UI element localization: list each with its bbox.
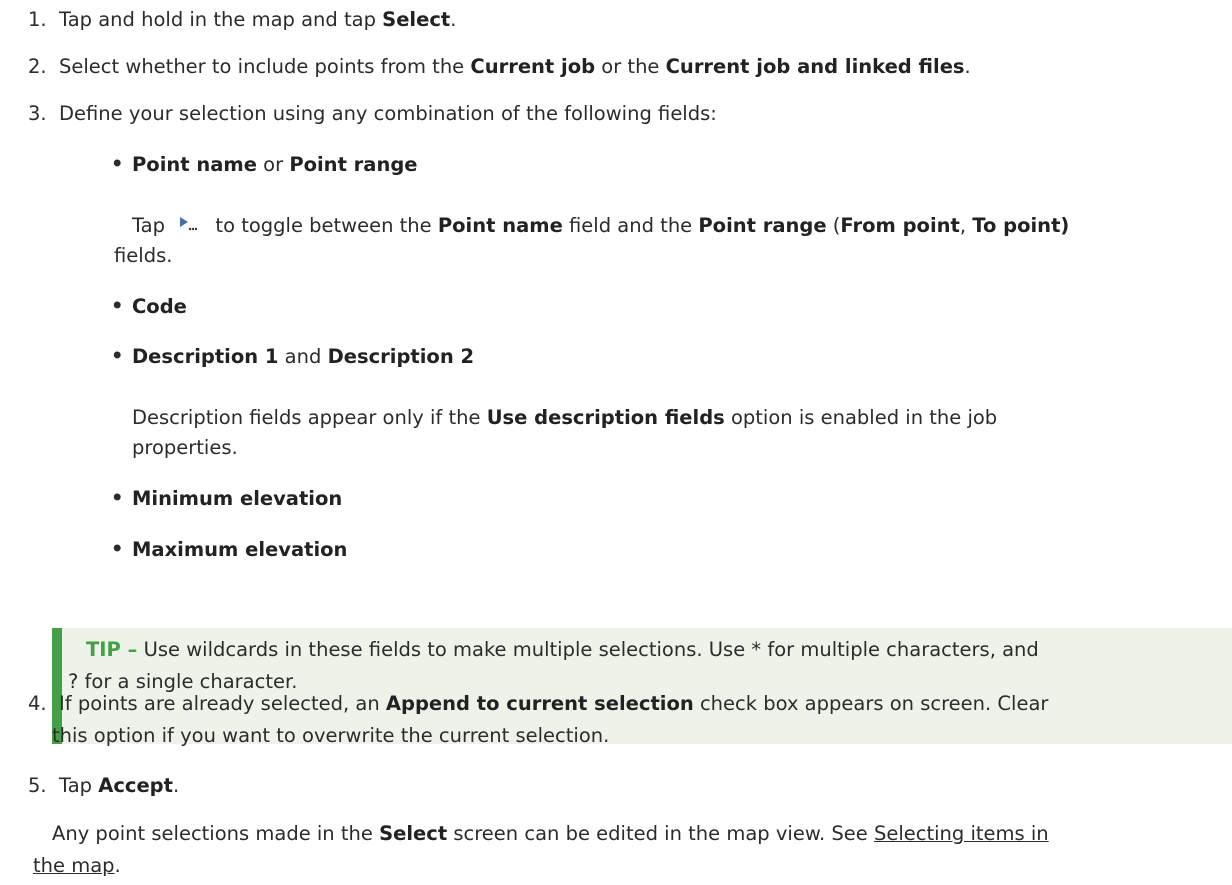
step-5: 5. Tap Accept. [28, 772, 179, 800]
bullet-icon: • [111, 486, 124, 509]
bullet-icon: • [111, 344, 124, 367]
step-text: Define your selection using any combinat… [59, 102, 717, 125]
step-4: 4. If points are already selected, an Ap… [28, 690, 1048, 718]
bold-term: Point range [289, 153, 418, 176]
punct: . [964, 55, 971, 78]
step-text: Tap and hold in the map and tap [59, 8, 383, 31]
bold-term: Accept [98, 774, 173, 797]
field-max-elevation: Maximum elevation [132, 536, 347, 564]
field-code: Code [132, 293, 187, 321]
tip-text: Use wildcards in these fields to make mu… [137, 638, 1039, 661]
step-number: 5. [28, 774, 47, 797]
tip-label: TIP – [86, 638, 138, 661]
final-line-1: Any point selections made in the Select … [52, 820, 1049, 848]
tip-line-1: TIP – Use wildcards in these fields to m… [86, 636, 1039, 664]
bold-term: Point name [132, 153, 257, 176]
note-text: Description fields appear only if the [132, 406, 487, 429]
bold-term: Append to current selection [385, 692, 694, 715]
selecting-items-link[interactable]: the map [33, 854, 115, 877]
bold-term: Description 2 [327, 345, 475, 368]
bold-term: Point range [698, 214, 827, 237]
note-text: fields. [114, 244, 173, 267]
step-number: 2. [28, 55, 47, 78]
step-text: Select whether to include points from th… [59, 55, 471, 78]
field-point-name: Point name or Point range [132, 151, 418, 179]
note-text: field and the [562, 214, 699, 237]
field-point-name-note-line2: fields. [114, 242, 172, 270]
step-4-line2: this option if you want to overwrite the… [52, 722, 609, 750]
step-1: 1. Tap and hold in the map and tap Selec… [28, 6, 456, 34]
step-text: this option if you want to overwrite the… [52, 724, 610, 747]
field-description-note-line2: properties. [132, 434, 238, 462]
bold-term: To point) [972, 214, 1070, 237]
punct: . [450, 8, 457, 31]
bullet-icon: • [111, 152, 124, 175]
note-text: option is enabled in the job [724, 406, 998, 429]
bullet-icon: • [111, 537, 124, 560]
final-text: screen can be edited in the map view. Se… [447, 822, 874, 845]
bold-term: Select [382, 8, 451, 31]
punct: . [114, 854, 121, 877]
bold-term: Use description fields [486, 406, 725, 429]
bold-term: Minimum elevation [132, 487, 343, 510]
bold-term: Maximum elevation [132, 538, 348, 561]
bold-term: Code [132, 295, 187, 318]
step-2: 2. Select whether to include points from… [28, 53, 971, 81]
final-text: Any point selections made in the [52, 822, 380, 845]
step-text: If points are already selected, an [59, 692, 386, 715]
step-number: 1. [28, 8, 47, 31]
bold-term: Current job and linked files [665, 55, 965, 78]
punct: . [172, 774, 180, 797]
step-number: 4. [28, 692, 47, 715]
bold-term: Point name [437, 214, 563, 237]
step-text: check box appears on screen. Clear [693, 692, 1049, 715]
bold-term: Description 1 [132, 345, 279, 368]
bold-term: Current job [470, 55, 596, 78]
field-text: and [278, 345, 328, 368]
note-text: to toggle between the [209, 214, 438, 237]
field-description-note: Description fields appear only if the Us… [132, 404, 997, 432]
field-text: or [256, 153, 290, 176]
step-text: or the [595, 55, 666, 78]
field-description: Description 1 and Description 2 [132, 343, 474, 371]
step-3: 3. Define your selection using any combi… [28, 100, 717, 128]
step-number: 3. [28, 102, 47, 125]
note-text: Tap [132, 214, 166, 237]
note-text: properties. [132, 436, 238, 459]
note-text: ( [826, 214, 841, 237]
bullet-icon: • [111, 294, 124, 317]
field-min-elevation: Minimum elevation [132, 485, 342, 513]
selecting-items-link[interactable]: Selecting items in [874, 822, 1049, 845]
play-toggle-icon[interactable] [177, 215, 201, 235]
final-line-2: the map. [33, 852, 121, 880]
bold-term: Select [379, 822, 448, 845]
note-text: , [959, 214, 973, 237]
bold-term: From point [840, 214, 960, 237]
step-text: Tap [59, 774, 99, 797]
field-point-name-note: Tap to toggle between the Point name fie… [132, 212, 1069, 240]
